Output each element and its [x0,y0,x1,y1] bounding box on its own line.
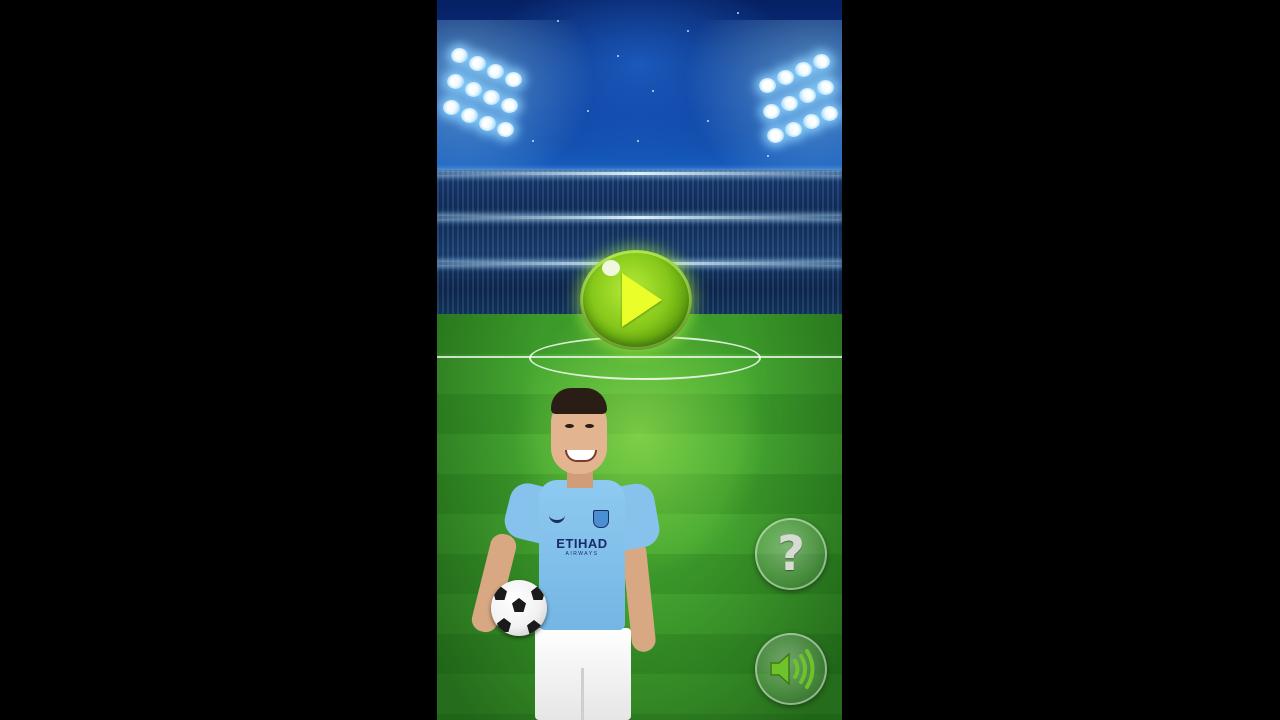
game-screen: ETIHAD AIRWAYS ? [437,0,842,720]
question-icon: ? [777,526,805,582]
shirt-sponsor: ETIHAD [556,536,608,551]
floodlight-left [443,44,538,139]
player-character: ETIHAD AIRWAYS [469,388,663,720]
soccer-ball-icon [491,580,547,636]
sound-button[interactable] [755,633,827,705]
shirt-sponsor-sub: AIRWAYS [565,551,599,557]
speaker-on-icon [770,649,815,689]
stand-light-strip [437,172,842,175]
floodlight-right [747,50,842,145]
help-button[interactable]: ? [755,518,827,590]
play-icon [622,273,662,327]
club-crest-icon [593,510,609,528]
stand-light-strip [437,216,842,219]
play-button[interactable] [580,250,692,350]
